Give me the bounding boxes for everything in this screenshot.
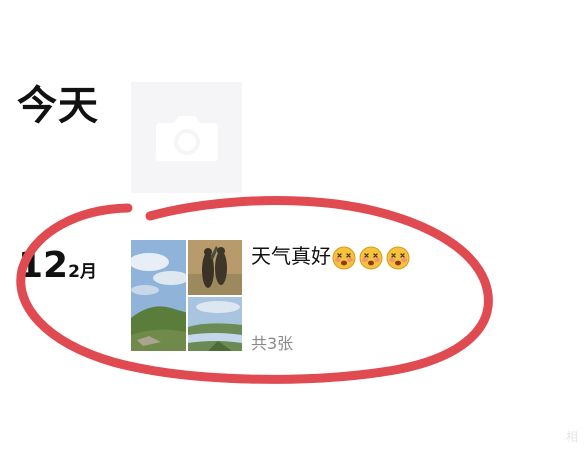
- dizzy-face-emoji: [386, 246, 410, 269]
- emoji-group: [332, 246, 410, 270]
- thumbnail-sky-hill[interactable]: [131, 240, 186, 351]
- thumbnail-lake[interactable]: [188, 297, 242, 351]
- today-title: 今天: [17, 83, 99, 129]
- post-day: 12: [18, 245, 69, 286]
- dizzy-face-emoji: [359, 246, 383, 269]
- watermark: 相: [566, 430, 579, 444]
- post-month: 2月: [68, 262, 97, 282]
- thumbnail-shadows[interactable]: [188, 240, 242, 295]
- camera-button[interactable]: [131, 82, 242, 193]
- photo-count: 共3张: [251, 334, 294, 353]
- post-caption: 天气真好: [251, 244, 331, 268]
- post-date: 122月: [18, 248, 97, 284]
- dizzy-face-emoji: [332, 246, 356, 269]
- red-circle-annotation: [16, 196, 493, 384]
- post-thumbnails[interactable]: [131, 240, 242, 351]
- camera-icon: [156, 116, 218, 161]
- post-text[interactable]: 天气真好: [251, 240, 410, 272]
